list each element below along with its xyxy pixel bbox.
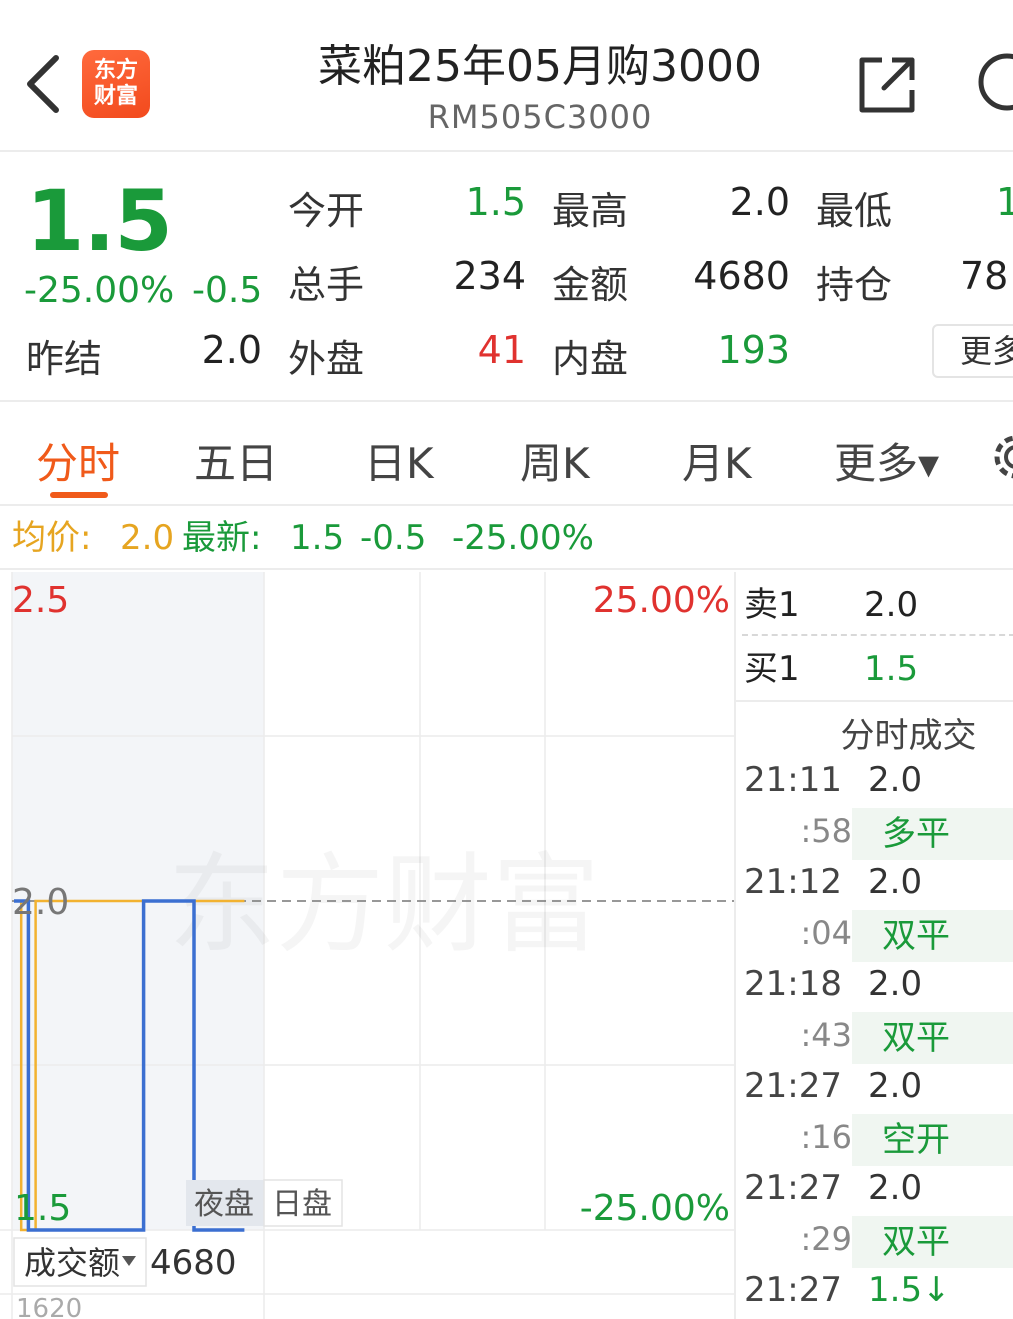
tick-type-tag: 双平 [852, 910, 1013, 962]
tab-five-day[interactable]: 五日 [194, 430, 278, 491]
prev-settle-value: 2.0 [201, 328, 262, 372]
avg-price-value: 2.0 [120, 518, 175, 558]
tab-daily-k[interactable]: 日K [364, 430, 434, 491]
latest-change-percent: -25.00% [452, 518, 594, 558]
tick-price: 1.5↓ [868, 1270, 951, 1310]
open-value: 1.5 [465, 180, 526, 224]
quote-panel: 1.5 -25.00% -0.5 今开 1.5 最高 2.0 最低 1 总手 2… [0, 154, 1013, 402]
tick-seconds: :58 [800, 812, 853, 850]
logo-text-line2: 财富 [93, 84, 138, 109]
more-quote-button[interactable]: 更多 [932, 324, 1013, 378]
tab-monthly-k[interactable]: 月K [682, 430, 752, 491]
page-title: 菜粕25年05月购3000 [318, 41, 762, 92]
tick-time: 21:27 [744, 1270, 842, 1310]
tick-type-tag: 多平 [852, 808, 1013, 860]
tick-price: 2.0 [868, 964, 923, 1004]
volume-label: 总手 [288, 263, 365, 307]
tab-more[interactable]: 更多▾ [834, 430, 939, 491]
tick-time: 21:18 [744, 964, 842, 1004]
share-button[interactable] [856, 54, 918, 116]
outer-volume-label: 外盘 [288, 337, 365, 381]
low-value: 1 [996, 180, 1013, 224]
ticks-title: 分时成交 [840, 716, 977, 756]
tick-seconds: :16 [800, 1118, 853, 1156]
volume-axis-top-label: 1620 [16, 1294, 82, 1319]
chart-tabs: 分时 五日 日K 周K 月K 更多▾ [0, 404, 1013, 506]
prev-settle-label: 昨结 [26, 337, 103, 381]
tick-type-tag: 空开 [852, 1114, 1013, 1166]
chevron-left-icon [27, 55, 59, 113]
share-icon [859, 57, 915, 113]
latest-value: 1.5 [290, 518, 345, 558]
volume-selector-button[interactable] [12, 1230, 146, 1294]
ask-label: 卖1 [744, 585, 800, 625]
volume-value: 4680 [150, 1243, 237, 1283]
tick-seconds: :43 [800, 1016, 853, 1054]
high-value: 2.0 [729, 180, 790, 224]
bid-row: 买1 1.5 [736, 636, 1013, 702]
search-icon [978, 53, 1013, 111]
gear-icon [994, 435, 1013, 479]
tick-time: 21:27 [744, 1168, 842, 1208]
change-percent: -25.00% [24, 270, 175, 311]
tick-price: 2.0 [868, 1066, 923, 1106]
tick-time: 21:12 [744, 862, 842, 902]
logo-text-line1: 东方 [93, 58, 138, 83]
latest-change: -0.5 [360, 518, 427, 558]
bid-price: 1.5 [864, 649, 919, 689]
top-bar: 东方 财富 菜粕25年05月购3000 RM505C3000 [0, 0, 1013, 152]
tick-price: 2.0 [868, 862, 923, 902]
tick-time: 21:27 [744, 1066, 842, 1106]
amount-label: 金额 [552, 263, 629, 307]
y-axis-top-label: 2.5 [12, 580, 69, 621]
high-label: 最高 [552, 189, 629, 233]
tick-type-tag: 双平 [852, 1216, 1013, 1268]
latest-label: 最新: [182, 518, 262, 558]
intraday-chart[interactable]: 东方财富 2.5 2.0 1.5 25.00% -25.00% 夜盘 日盘 成交… [0, 572, 734, 1319]
back-button[interactable] [22, 52, 66, 116]
tab-weekly-k[interactable]: 周K [520, 430, 590, 491]
bid-label: 买1 [744, 649, 800, 689]
watermark-text: 东方财富 [168, 843, 600, 968]
inner-volume-label: 内盘 [552, 337, 629, 381]
app-logo: 东方 财富 [82, 50, 150, 118]
volume-value: 234 [453, 254, 526, 298]
average-price-bar: 均价: 2.0 最新: 1.5 -0.5 -25.00% [0, 508, 1013, 570]
tab-intraday[interactable]: 分时 [36, 430, 120, 491]
intraday-chart-canvas: 东方财富 2.5 2.0 1.5 25.00% -25.00% 夜盘 日盘 成交… [0, 572, 734, 1319]
y-axis-mid-label: 2.0 [12, 882, 69, 923]
open-label: 今开 [288, 189, 365, 233]
tick-type-tag: 双平 [852, 1012, 1013, 1064]
low-label: 最低 [816, 189, 893, 233]
last-price: 1.5 [26, 172, 173, 270]
chart-settings-button[interactable] [990, 428, 1013, 486]
night-session-label: 夜盘 [194, 1187, 254, 1222]
pct-axis-top-label: 25.00% [593, 580, 730, 621]
open-interest-value: 78 [960, 254, 1009, 298]
tick-price: 2.0 [868, 1168, 923, 1208]
tick-seconds: :04 [800, 914, 853, 952]
tick-price: 2.0 [868, 760, 923, 800]
open-interest-label: 持仓 [816, 263, 893, 307]
inner-volume-value: 193 [717, 328, 790, 372]
tick-seconds: :29 [800, 1220, 853, 1258]
day-session-label: 日盘 [272, 1187, 332, 1222]
amount-value: 4680 [693, 254, 790, 298]
tick-time: 21:11 [744, 760, 842, 800]
avg-price-label: 均价: [12, 518, 92, 558]
outer-volume-value: 41 [477, 328, 526, 372]
change-amount: -0.5 [192, 270, 263, 311]
pct-axis-bottom-label: -25.00% [580, 1188, 730, 1229]
panel-divider [736, 700, 1013, 702]
y-axis-bottom-label: 1.5 [14, 1188, 71, 1229]
order-book-panel: 卖1 2.0 买1 1.5 分时成交 21:11 2.0 :58 多平 21:12 2.0… [734, 572, 1013, 1319]
ask-price: 2.0 [864, 585, 919, 625]
active-tab-indicator [50, 492, 108, 498]
ask-row: 卖1 2.0 [736, 572, 1013, 638]
search-button[interactable] [975, 50, 1013, 116]
contract-code: RM505C3000 [427, 98, 653, 136]
